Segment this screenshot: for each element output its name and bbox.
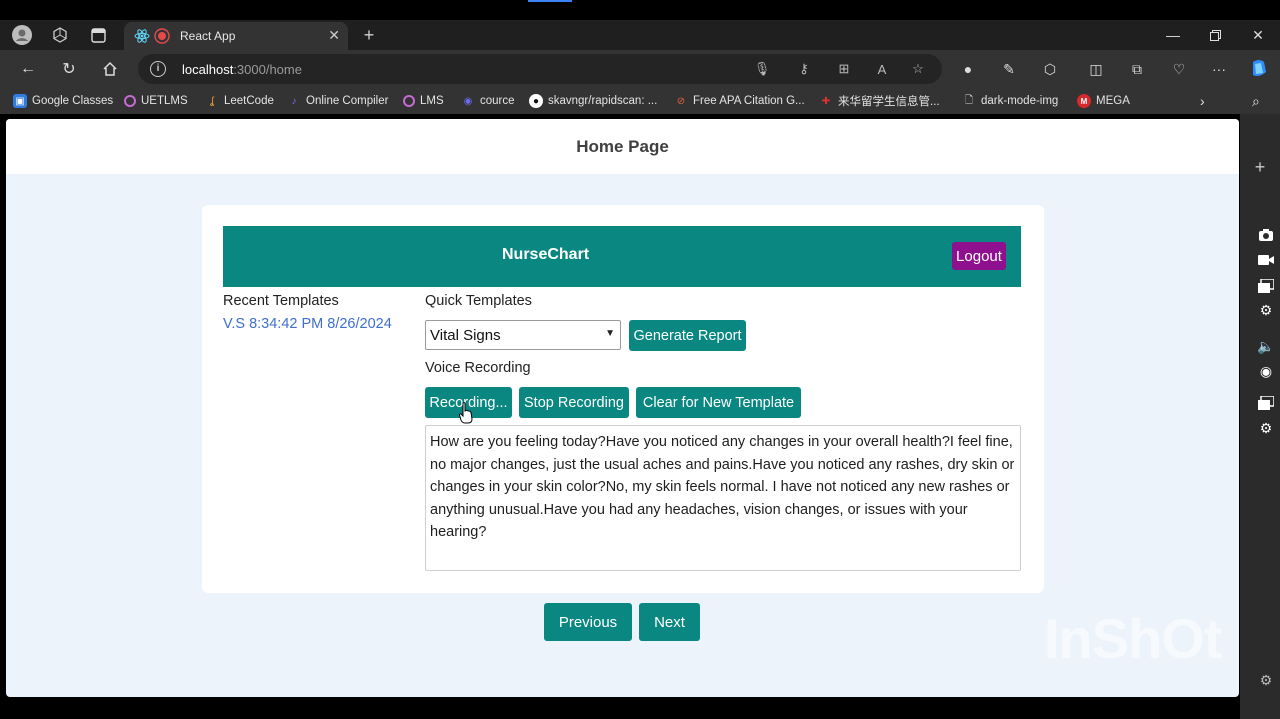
edge-sidebar [1240,114,1280,719]
hand-cursor-icon [458,402,473,424]
refresh-icon[interactable]: ↻ [58,58,80,80]
transcript-textarea[interactable]: How are you feeling today?Have you notic… [425,425,1021,571]
compiler-icon: ♪ [291,95,297,107]
workspaces-icon[interactable] [50,25,70,45]
bookmark-cource[interactable]: ◉ cource [461,93,515,109]
add-sidebar-icon[interactable]: + [1250,157,1270,177]
webcam-icon[interactable]: ◉ [1256,361,1276,381]
close-window-icon[interactable]: ✕ [1248,25,1268,45]
recent-template-link[interactable]: V.S 8:34:42 PM 8/26/2024 [223,316,392,332]
app-bar: NurseChart Logout [223,226,1021,287]
video-camera-icon[interactable] [1256,250,1276,270]
bookmark-lms[interactable]: LMS [403,93,444,109]
search-icon[interactable]: ⌕ [1252,93,1260,109]
bookmark-google-classes[interactable]: ▣ Google Classes [13,93,113,109]
bookmark-apa-citation[interactable]: ⊘ Free APA Citation G... [674,93,805,109]
restore-icon[interactable] [1205,25,1225,45]
clear-template-button[interactable]: Clear for New Template [636,387,801,418]
sidebar-settings-icon[interactable]: ⚙ [1256,670,1276,690]
copilot-icon[interactable] [1248,58,1270,80]
logout-button[interactable]: Logout [952,242,1006,270]
recording-dot-icon [154,28,170,44]
bookmark-leetcode[interactable]: ʆ LeetCode [205,93,274,109]
template-select[interactable]: Vital Signs ▼ [425,320,621,350]
bookmarks-bar: ▣ Google Classes UETLMS ʆ LeetCode ♪ Online… [0,88,1280,114]
tab-actions-icon[interactable] [88,25,108,45]
github-icon: ● [529,94,543,108]
close-tab-icon[interactable]: ✕ [328,27,340,44]
main-card: NurseChart Logout Recent Templates V.S 8… [202,205,1044,593]
cource-icon: ◉ [463,95,473,107]
microphone-icon[interactable]: 🎙 [754,61,771,77]
voice-recording-label: Voice Recording [425,360,531,376]
favorite-star-icon[interactable]: ☆ [910,61,926,77]
gear-icon[interactable]: ⚙ [1256,300,1276,320]
browser-essentials-icon[interactable]: ♡ [1168,58,1190,80]
template-select-value: Vital Signs [430,327,501,344]
leetcode-icon: ʆ [210,95,214,107]
app-available-icon[interactable]: ⊞ [836,61,852,77]
browser-title-bar: React App ✕ + — ✕ [0,0,1280,50]
more-bookmarks-chevron-icon[interactable]: › [1200,93,1205,109]
quick-templates-label: Quick Templates [425,293,532,309]
previous-button[interactable]: Previous [544,603,632,641]
recording-indicator-line [528,0,572,2]
bookmark-online-compiler[interactable]: ♪ Online Compiler [287,93,389,109]
bookmark-mega[interactable]: M MEGA [1077,93,1130,109]
chevron-down-icon: ▼ [605,328,615,339]
site-info-icon[interactable]: i [150,61,166,77]
lms-icon [403,95,415,107]
react-logo-icon [134,28,150,44]
brand-title: NurseChart [502,246,590,263]
uetlms-icon [124,95,136,107]
extensions-icon[interactable]: ⬡ [1039,58,1061,80]
file-icon: 🗋 [964,94,974,106]
collections-icon[interactable]: ⧉ [1126,58,1148,80]
tab-react-app[interactable]: React App ✕ [124,22,348,50]
new-tab-icon[interactable]: + [359,25,379,45]
chinese-site-icon: ✚ [821,95,831,107]
stop-recording-button[interactable]: Stop Recording [519,387,629,418]
url-text: localhost:3000/home [182,62,302,77]
split-screen-icon[interactable]: ◫ [1085,58,1107,80]
more-menu-icon[interactable]: ··· [1208,58,1230,80]
mega-icon: M [1077,94,1091,108]
speaker-icon[interactable]: 🔈 [1256,336,1276,356]
gear-secondary-icon[interactable]: ⚙ [1256,418,1276,438]
camera-icon[interactable] [1256,225,1276,245]
page-title: Home Page [576,137,669,156]
navigation-bar: ← ↻ i localhost:3000/home 🎙 ⚷ ⊞ A ☆ ● ✎ … [0,50,1280,88]
recent-templates-label: Recent Templates [223,293,339,309]
page-header: Home Page [6,119,1239,174]
key-icon[interactable]: ⚷ [796,61,812,77]
citation-icon: ⊘ [676,95,686,107]
bookmark-rapidscan[interactable]: ● skavngr/rapidscan: ... [529,93,657,109]
bookmark-chinese-info[interactable]: ✚ 来华留学生信息管... [819,93,940,109]
inshot-watermark: InShOt [1044,607,1223,670]
home-icon[interactable] [99,58,121,80]
eyedropper-icon[interactable]: ✎ [998,58,1020,80]
generate-report-button[interactable]: Generate Report [629,320,746,351]
bookmark-dark-mode-img[interactable]: 🗋 dark-mode-img [962,93,1058,109]
minimize-icon[interactable]: — [1163,25,1183,45]
vpn-globe-icon[interactable]: ● [957,58,979,80]
read-aloud-icon[interactable]: A [874,61,890,77]
profile-icon[interactable] [12,25,32,45]
next-button[interactable]: Next [639,603,700,641]
tab-title: React App [180,29,236,43]
address-bar[interactable]: i localhost:3000/home 🎙 ⚷ ⊞ A ☆ [138,54,942,84]
google-classroom-icon: ▣ [13,94,27,108]
window-secondary-icon[interactable] [1256,393,1276,413]
back-icon[interactable]: ← [17,58,39,80]
bookmark-uetlms[interactable]: UETLMS [124,93,188,109]
window-icon[interactable] [1256,276,1276,296]
